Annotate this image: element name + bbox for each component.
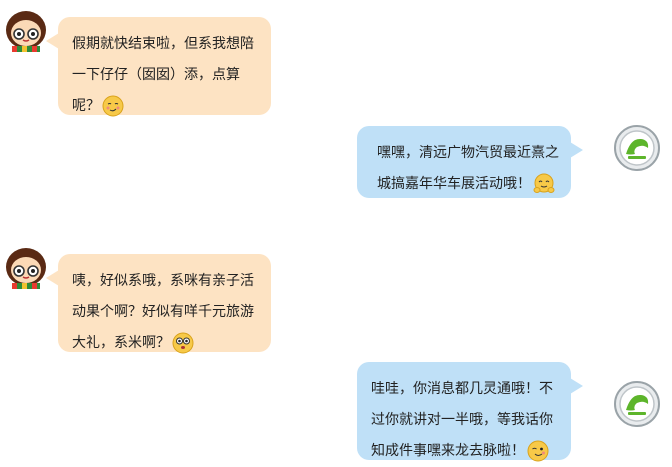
message-line: 知成件事嘿来龙去脉啦！ [371, 436, 557, 467]
message-bubble-4: 哇哇，你消息都几灵通哦！不 过你就讲对一半哦，等我话你 知成件事嘿来龙去脉啦！ [357, 362, 583, 462]
bubble-tail [46, 33, 59, 49]
message-bubble-1: 假期就快结束啦，但系我想陪 一下仔仔（囡囡）添，点算 呢？ [46, 17, 271, 117]
message-line: 城搞嘉年华车展活动哦！ [377, 169, 557, 200]
message-line: 动果个啊？好似有咩千元旅游 [72, 304, 254, 320]
message-bubble-2: 嘿嘿，清远广物汽贸最近熹之 城搞嘉年华车展活动哦！ [357, 126, 583, 200]
wink-emoji-icon [527, 440, 549, 462]
girl-avatar-1 [6, 11, 46, 52]
message-line: 嘿嘿，清远广物汽贸最近熹之 [377, 145, 559, 161]
message-line: 大礼，系米啊？ [72, 328, 257, 359]
hug-emoji-icon [533, 173, 555, 193]
message-line: 一下仔仔（囡囡）添，点算 [72, 67, 240, 83]
girl-avatar-2 [6, 248, 46, 289]
bubble-tail [570, 378, 583, 394]
message-line: 咦，好似系哦，系咪有亲子活 [72, 273, 254, 289]
message-line: 过你就讲对一半哦，等我话你 [371, 412, 553, 428]
bubble-tail [46, 270, 59, 286]
message-line: 哇哇，你消息都几灵通哦！不 [371, 381, 553, 397]
message-bubble-3: 咦，好似系哦，系咪有亲子活 动果个啊？好似有咩千元旅游 大礼，系米啊？ [46, 254, 271, 354]
brand-logo-avatar-1 [614, 125, 660, 171]
message-line: 假期就快结束啦，但系我想陪 [72, 36, 254, 52]
brand-logo-avatar-2 [614, 381, 660, 427]
shy-smile-emoji-icon [102, 95, 124, 117]
message-line: 呢？ [72, 91, 257, 122]
surprised-emoji-icon [172, 332, 194, 354]
bubble-tail [570, 142, 583, 158]
